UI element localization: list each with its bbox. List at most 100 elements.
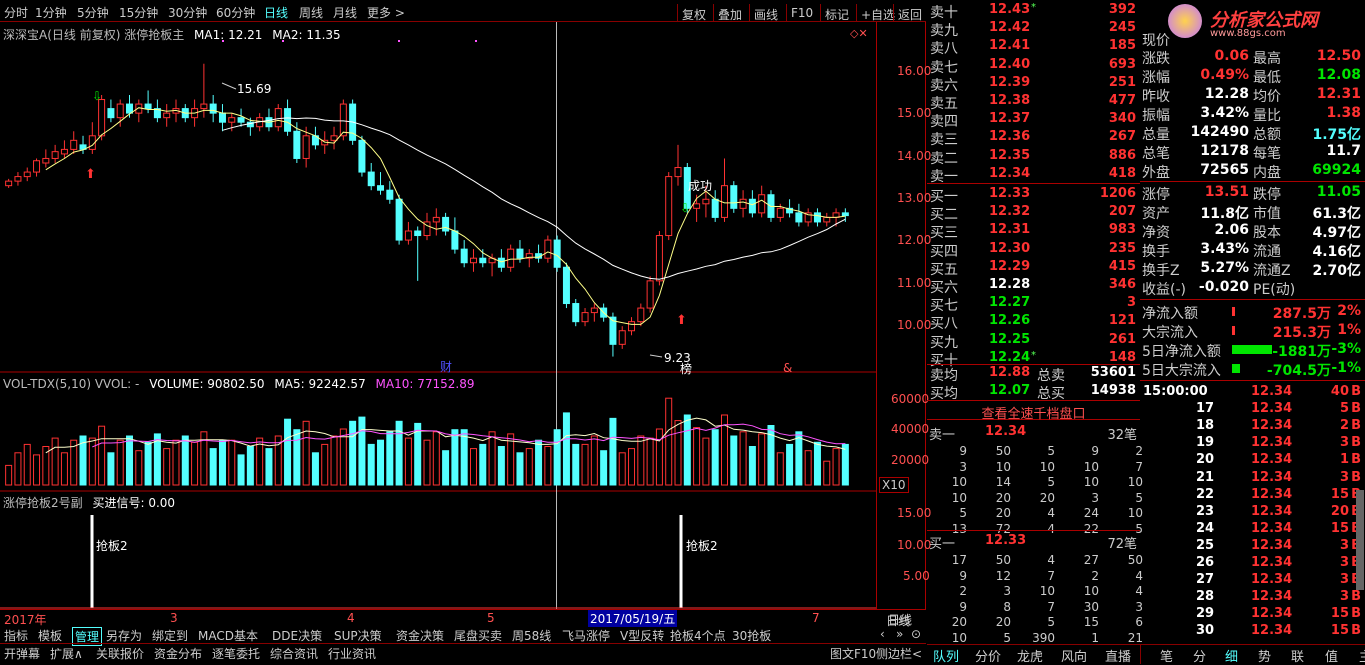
indicator-tab[interactable]: 周58线 — [512, 627, 551, 644]
queue-cell: 7 — [1047, 599, 1055, 614]
ask-row[interactable]: 卖六 12.39 251 — [927, 75, 1140, 94]
f10-text-button[interactable]: 图文F10 — [830, 645, 876, 662]
period-tab[interactable]: 5分钟 — [77, 4, 109, 21]
nav-next-icon[interactable]: » — [896, 627, 903, 641]
right-tab[interactable]: 龙虎 — [1017, 646, 1043, 665]
note-amp[interactable]: & — [783, 361, 792, 375]
ask-row[interactable]: 卖四 12.37 340 — [927, 111, 1140, 130]
period-toolbar: 分时 1分钟 5分钟 15分钟 30分钟 60分钟 日线 周线 月线 更多 > … — [0, 0, 926, 22]
bid-row[interactable]: 买五 12.29 415 — [927, 259, 1140, 278]
bid-row[interactable]: 买四 12.30 235 — [927, 241, 1140, 260]
indicator-tab[interactable]: 尾盘买卖 — [454, 627, 502, 644]
indicator-tab[interactable]: 资金决策 — [396, 627, 444, 644]
trade-price: 12.34 — [1251, 401, 1293, 417]
zoom-icon[interactable]: ⊙ — [911, 627, 921, 641]
note-bang[interactable]: 榜 — [680, 360, 692, 377]
full-depth-link[interactable]: 查看全速千档盘口 — [927, 400, 1140, 422]
trade-row: 19 12.34 3 B — [1140, 435, 1365, 452]
sidebar-toggle[interactable]: 侧边栏< — [876, 645, 922, 662]
period-tab[interactable]: 15分钟 — [119, 4, 158, 21]
info-label: 涨停 — [1142, 187, 1170, 203]
quote-info-panel: 分析家公式网 www.88gs.com 涨跌 0.06 最高 12.50 涨幅 0.49%… — [1140, 0, 1365, 380]
bid-row[interactable]: 买一 12.33 1206 — [927, 186, 1140, 205]
bid-row[interactable]: 买三 12.31 983 — [927, 222, 1140, 241]
bottom-link[interactable]: 行业资讯 — [328, 645, 376, 662]
indicator-tab[interactable]: MACD基本 — [198, 627, 258, 644]
bottom-link[interactable]: 资金分布 — [154, 645, 202, 662]
ask-row[interactable]: 卖五 12.38 477 — [927, 93, 1140, 112]
bottom-link[interactable]: 开弹幕 — [4, 645, 40, 662]
candle-body — [70, 139, 78, 150]
indicator-tab[interactable]: 指标 — [4, 627, 28, 644]
period-tab[interactable]: 周线 — [299, 4, 323, 21]
trade-price: 12.34 — [1251, 469, 1293, 485]
ask-row[interactable]: 卖一 12.34 418 — [927, 166, 1140, 185]
candle-body — [618, 330, 626, 345]
indicator-tab[interactable]: 另存为 — [106, 627, 142, 644]
date-label: 7 — [812, 611, 820, 625]
candle-body — [655, 235, 663, 282]
bottom-link[interactable]: 扩展∧ — [50, 645, 83, 662]
right-tab[interactable]: 分 — [1193, 646, 1206, 665]
back-button[interactable]: 返回 — [893, 4, 926, 22]
queue-cell: 5 — [1047, 615, 1055, 629]
bid-row[interactable]: 买九 12.25 261 — [927, 332, 1140, 351]
more-button[interactable]: 更多 > — [367, 4, 405, 21]
trade-side: B — [1351, 623, 1361, 639]
bottom-link[interactable]: 关联报价 — [96, 645, 144, 662]
nav-prev-icon[interactable]: ‹ — [880, 627, 885, 641]
indicator-tab[interactable]: V型反转 — [620, 627, 664, 644]
f10-button[interactable]: F10 — [786, 4, 817, 22]
indicator-tab[interactable]: 模板 — [38, 627, 62, 644]
bottom-link[interactable]: 综合资讯 — [270, 645, 318, 662]
close-pane-icon[interactable]: ◇✕ — [850, 27, 868, 40]
mark-button[interactable]: 标记 — [820, 4, 853, 22]
ask-row[interactable]: 卖九 12.42 245 — [927, 20, 1140, 39]
bottom-link[interactable]: 逐笔委托 — [212, 645, 260, 662]
period-tab[interactable]: 60分钟 — [216, 4, 255, 21]
bid-row[interactable]: 买八 12.26 121 — [927, 313, 1140, 333]
right-tab[interactable]: 值 — [1325, 646, 1338, 665]
kline-chart[interactable]: ⇩ ⬆ ⇩ ⬆ — [0, 22, 876, 612]
trade-time: 28 — [1196, 589, 1215, 605]
bid-row[interactable]: 买七 12.27 3 — [927, 295, 1140, 314]
bid-row[interactable]: 买二 12.32 207 — [927, 204, 1140, 223]
right-tab[interactable]: 联 — [1291, 646, 1304, 665]
indicator-tab[interactable]: 30抢板 — [732, 627, 771, 644]
fuquan-button[interactable]: 复权 — [677, 4, 710, 22]
bid-row[interactable]: 买六 12.28 346 — [927, 277, 1140, 296]
indicator-tab[interactable]: 抢板4个点 — [670, 627, 726, 644]
period-tab[interactable]: 分时 — [4, 4, 28, 21]
bid-volume: 1206 — [1099, 186, 1136, 201]
ask-row[interactable]: 卖三 12.36 267 — [927, 129, 1140, 148]
ask-row[interactable]: 卖十 12.43 * 392 — [927, 2, 1140, 21]
trade-time: 15:00:00 — [1143, 384, 1208, 399]
indicator-tab[interactable]: SUP决策 — [334, 627, 382, 644]
right-tab[interactable]: 直播 — [1105, 646, 1131, 665]
trades-scrollbar[interactable] — [1356, 490, 1364, 590]
note-cai[interactable]: 财 — [440, 358, 452, 375]
queue-price: 12.33 — [985, 533, 1027, 548]
right-tab[interactable]: 风向 — [1061, 646, 1087, 665]
ask-row[interactable]: 卖七 12.40 693 — [927, 57, 1140, 76]
right-tab[interactable]: 主 — [1359, 646, 1365, 665]
period-tab[interactable]: 月线 — [333, 4, 357, 21]
bid-level-label: 买八 — [930, 316, 958, 333]
ask-row[interactable]: 卖二 12.35 886 — [927, 148, 1140, 167]
indicator-tab[interactable]: 飞马涨停 — [562, 627, 610, 644]
draw-button[interactable]: 画线 — [749, 4, 782, 22]
overlay-button[interactable]: 叠加 — [713, 4, 746, 22]
right-tab[interactable]: 分价 — [975, 646, 1001, 665]
trade-side: B — [1351, 384, 1361, 399]
volume-bar — [795, 431, 803, 486]
indicator-tab[interactable]: DDE决策 — [272, 627, 322, 644]
right-tab[interactable]: 队列 — [933, 646, 959, 665]
indicator-tab[interactable]: 绑定到 — [152, 627, 188, 644]
right-tab[interactable]: 势 — [1258, 646, 1271, 665]
period-tab[interactable]: 30分钟 — [168, 4, 207, 21]
period-tab[interactable]: 1分钟 — [35, 4, 67, 21]
period-tab-active[interactable]: 日线 — [264, 4, 288, 21]
right-tab[interactable]: 细 — [1225, 646, 1238, 665]
right-tab[interactable]: 笔 — [1160, 646, 1173, 665]
ask-row[interactable]: 卖八 12.41 185 — [927, 38, 1140, 57]
